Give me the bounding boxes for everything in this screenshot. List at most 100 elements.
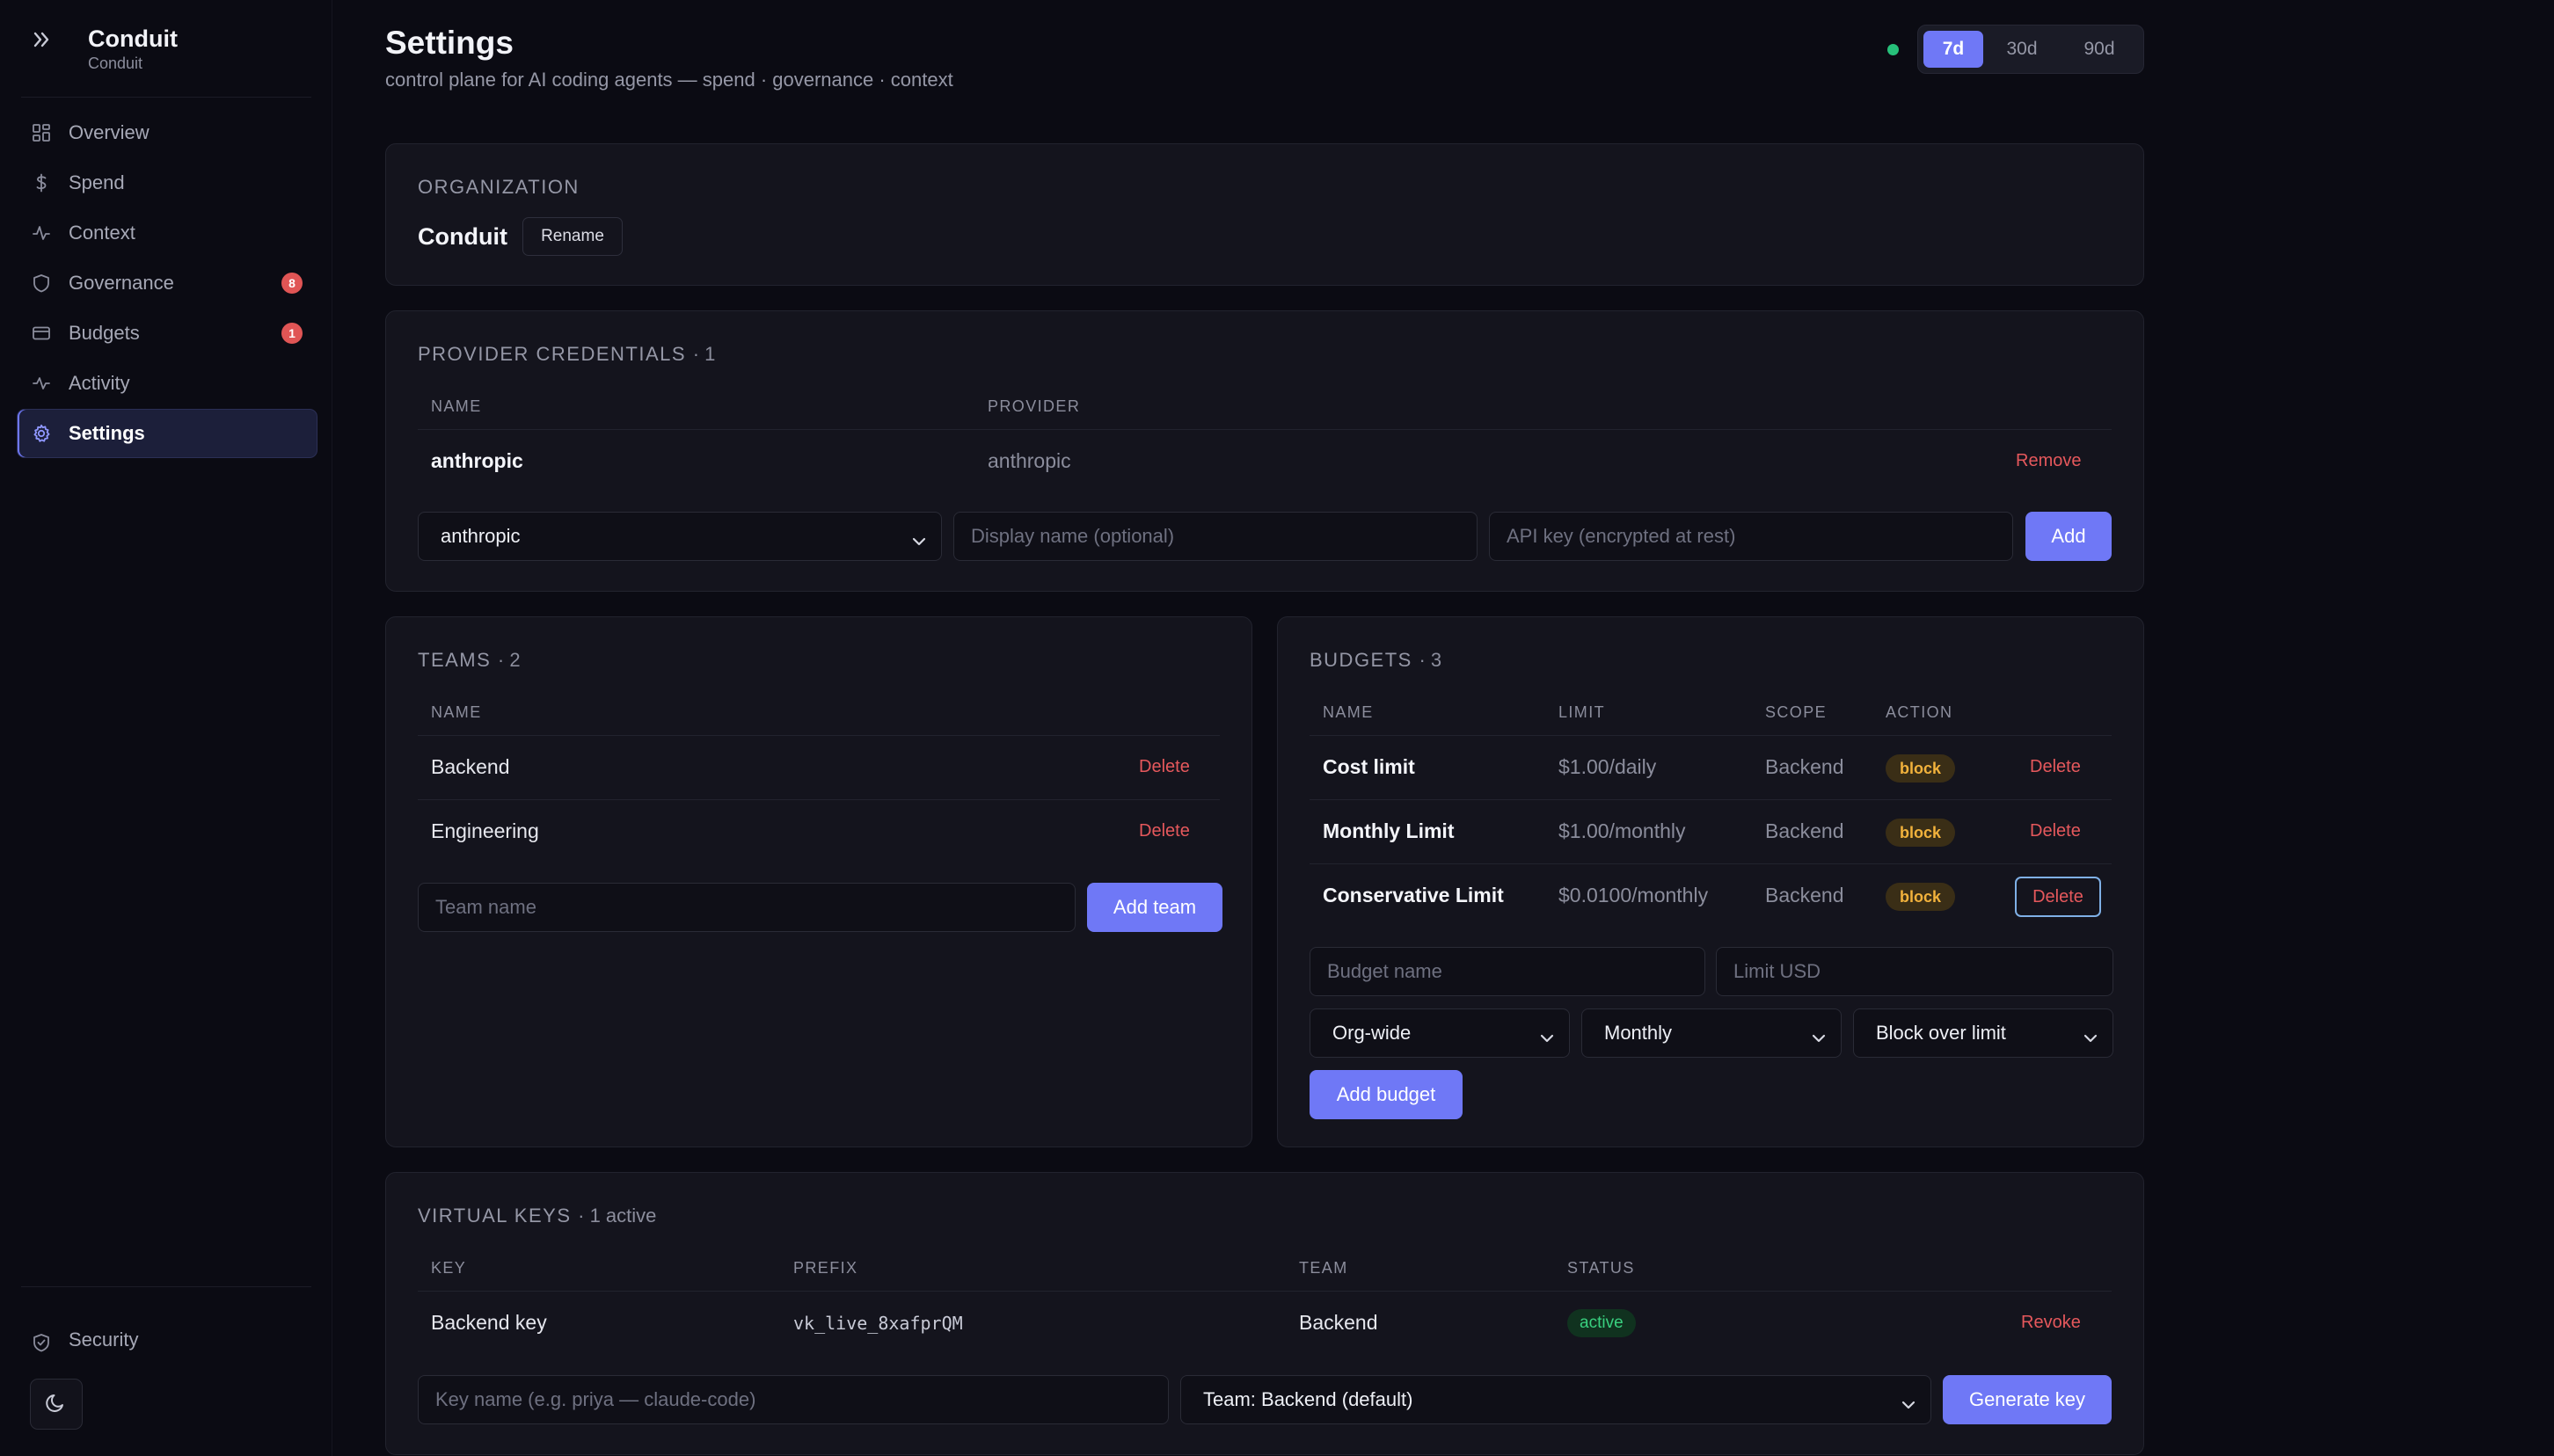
gear-icon bbox=[32, 424, 51, 443]
shield-check-icon bbox=[32, 1333, 51, 1352]
status-badge: block bbox=[1886, 819, 1956, 847]
column-header: PREFIX bbox=[793, 1259, 858, 1277]
sidebar-item-overview[interactable]: Overview bbox=[18, 109, 317, 157]
dollar-icon bbox=[32, 173, 51, 193]
key-prefix: vk_live_8xafprQM bbox=[793, 1313, 963, 1334]
delete-budget-button[interactable]: Delete bbox=[2030, 821, 2081, 841]
provider-select[interactable]: anthropic bbox=[418, 512, 942, 561]
sidebar-item-activity[interactable]: Activity bbox=[18, 360, 317, 407]
sidebar-item-security[interactable]: Security bbox=[18, 1319, 317, 1361]
divider bbox=[1310, 863, 2112, 864]
page-subtitle: control plane for AI coding agents — spe… bbox=[385, 69, 953, 91]
chevron-down-icon bbox=[2083, 1027, 2098, 1043]
app-subtitle: Conduit bbox=[88, 55, 143, 72]
divider bbox=[418, 799, 1220, 800]
budget-limit: $1.00/daily bbox=[1558, 755, 1657, 778]
status-badge: block bbox=[1886, 883, 1956, 911]
team-name: Backend bbox=[431, 755, 510, 778]
section-title: TEAMS bbox=[418, 649, 492, 671]
status-badge: active bbox=[1567, 1309, 1636, 1337]
period-select[interactable]: Monthly bbox=[1581, 1008, 1842, 1058]
add-budget-button[interactable]: Add budget bbox=[1310, 1070, 1463, 1119]
sidebar-item-context[interactable]: Context bbox=[18, 209, 317, 257]
section-heading: BUDGETS · 3 bbox=[1310, 649, 1441, 672]
sidebar-item-spend[interactable]: Spend bbox=[18, 159, 317, 207]
delete-budget-button[interactable]: Delete bbox=[2030, 757, 2081, 777]
column-header: STATUS bbox=[1567, 1259, 1635, 1277]
section-heading: ORGANIZATION bbox=[418, 176, 580, 198]
budget-scope: Backend bbox=[1765, 884, 1844, 906]
sidebar-item-governance[interactable]: Governance 8 bbox=[18, 259, 317, 307]
budget-name: Monthly Limit bbox=[1323, 819, 1455, 842]
add-team-button[interactable]: Add team bbox=[1087, 883, 1222, 932]
chevron-down-icon bbox=[1539, 1027, 1555, 1043]
section-heading: TEAMS · 2 bbox=[418, 649, 521, 672]
action-select[interactable]: Block over limit bbox=[1853, 1008, 2113, 1058]
add-credential-button[interactable]: Add bbox=[2025, 512, 2112, 561]
team-select[interactable]: Team: Backend (default) bbox=[1180, 1375, 1931, 1424]
column-header: TEAM bbox=[1299, 1259, 1348, 1277]
key-team: Backend bbox=[1299, 1311, 1378, 1334]
sidebar-item-budgets[interactable]: Budgets 1 bbox=[18, 309, 317, 357]
teams-card: TEAMS · 2 NAME Backend Delete Engineerin… bbox=[385, 616, 1252, 1147]
range-7d-button[interactable]: 7d bbox=[1923, 31, 1983, 68]
notification-badge: 1 bbox=[281, 323, 303, 344]
sidebar-item-label: Security bbox=[69, 1329, 139, 1350]
revoke-key-button[interactable]: Revoke bbox=[2021, 1313, 2081, 1333]
budget-name-input[interactable]: Budget name bbox=[1310, 947, 1705, 996]
select-value: Team: Backend (default) bbox=[1203, 1388, 1413, 1410]
time-range-selector: 7d 30d 90d bbox=[1917, 25, 2144, 74]
budget-name: Conservative Limit bbox=[1323, 884, 1504, 906]
live-status-dot bbox=[1887, 44, 1899, 55]
delete-budget-button[interactable]: Delete bbox=[2015, 877, 2101, 917]
section-count: · 1 active bbox=[578, 1205, 657, 1227]
credential-provider: anthropic bbox=[988, 449, 1071, 472]
divider bbox=[1310, 735, 2112, 736]
range-90d-button[interactable]: 90d bbox=[2061, 31, 2138, 68]
api-key-input[interactable]: API key (encrypted at rest) bbox=[1489, 512, 2013, 561]
grid-icon bbox=[32, 123, 51, 142]
column-header: KEY bbox=[431, 1259, 467, 1277]
column-header: NAME bbox=[431, 703, 482, 721]
theme-toggle-button[interactable] bbox=[30, 1379, 83, 1430]
budget-scope: Backend bbox=[1765, 819, 1844, 842]
sidebar-nav: Overview Spend Context Governance 8 Budg… bbox=[18, 109, 317, 460]
budget-scope: Backend bbox=[1765, 755, 1844, 778]
sidebar-item-label: Governance bbox=[69, 272, 174, 294]
sidebar-item-settings[interactable]: Settings bbox=[18, 410, 317, 457]
notification-badge: 8 bbox=[281, 273, 303, 294]
scope-select[interactable]: Org-wide bbox=[1310, 1008, 1570, 1058]
column-header: NAME bbox=[431, 397, 482, 415]
key-name: Backend key bbox=[431, 1311, 547, 1334]
column-header: SCOPE bbox=[1765, 703, 1828, 721]
chevron-down-icon bbox=[911, 530, 927, 546]
remove-credential-button[interactable]: Remove bbox=[2016, 451, 2081, 471]
chevron-down-icon bbox=[1811, 1027, 1827, 1043]
range-30d-button[interactable]: 30d bbox=[1983, 31, 2061, 68]
delete-team-button[interactable]: Delete bbox=[1139, 821, 1190, 841]
divider bbox=[418, 1291, 2112, 1292]
sidebar: Conduit Conduit Overview Spend Context G… bbox=[0, 0, 332, 1456]
collapse-sidebar-icon[interactable] bbox=[30, 28, 53, 51]
generate-key-button[interactable]: Generate key bbox=[1943, 1375, 2112, 1424]
column-header: NAME bbox=[1323, 703, 1374, 721]
select-value: Monthly bbox=[1604, 1022, 1673, 1044]
column-header: LIMIT bbox=[1558, 703, 1606, 721]
rename-button[interactable]: Rename bbox=[522, 217, 623, 256]
delete-team-button[interactable]: Delete bbox=[1139, 757, 1190, 777]
sidebar-item-label: Overview bbox=[69, 121, 150, 143]
team-name-input[interactable]: Team name bbox=[418, 883, 1076, 932]
select-value: anthropic bbox=[441, 525, 521, 547]
key-name-input[interactable]: Key name (e.g. priya — claude-code) bbox=[418, 1375, 1169, 1424]
divider bbox=[1310, 799, 2112, 800]
app-title: Conduit bbox=[88, 25, 178, 52]
budget-limit: $1.00/monthly bbox=[1558, 819, 1686, 842]
select-value: Block over limit bbox=[1876, 1022, 2006, 1044]
brand: Conduit Conduit bbox=[30, 25, 178, 73]
limit-usd-input[interactable]: Limit USD bbox=[1716, 947, 2113, 996]
section-count: · 1 bbox=[692, 343, 716, 365]
card-icon bbox=[32, 324, 51, 343]
status-badge: block bbox=[1886, 754, 1956, 783]
divider bbox=[21, 1286, 311, 1287]
display-name-input[interactable]: Display name (optional) bbox=[953, 512, 1478, 561]
